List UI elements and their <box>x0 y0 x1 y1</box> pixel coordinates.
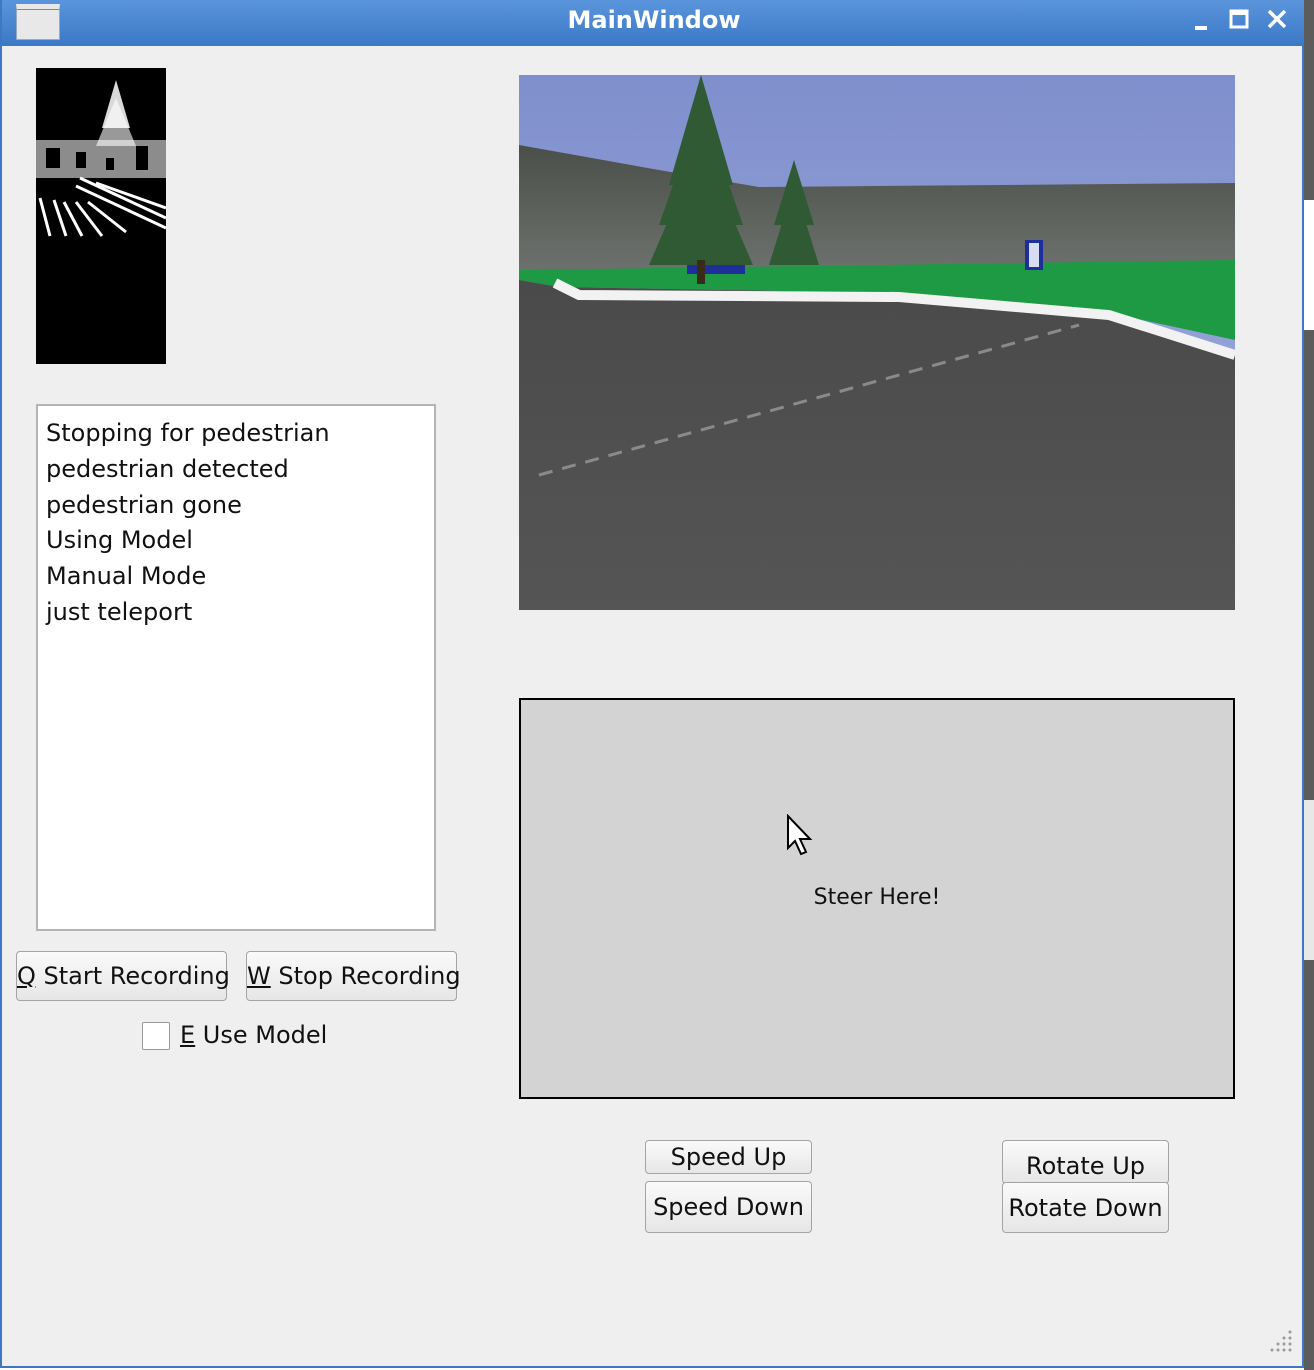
start-recording-button[interactable]: Q Start Recording <box>16 951 230 1001</box>
use-model-label[interactable]: E Use Model <box>180 1021 327 1049</box>
title-bar[interactable]: MainWindow <box>2 0 1306 46</box>
list-item[interactable]: pedestrian detected <box>46 452 426 488</box>
steer-pad[interactable]: Steer Here! <box>519 698 1235 1099</box>
list-item[interactable]: just teleport <box>46 595 426 631</box>
log-list[interactable]: Stopping for pedestrian pedestrian detec… <box>36 404 436 931</box>
rotate-up-button[interactable]: Rotate Up <box>1002 1140 1169 1184</box>
use-model-checkbox[interactable] <box>142 1022 170 1050</box>
minimize-icon[interactable] <box>1186 6 1216 34</box>
rotate-down-button[interactable]: Rotate Down <box>1002 1182 1169 1233</box>
background-window-edge <box>1304 0 1314 1370</box>
list-item[interactable]: Stopping for pedestrian <box>46 416 426 452</box>
main-window: MainWindow Stopping for pedestrian pedes… <box>0 0 1306 1368</box>
camera-view-image <box>519 75 1235 610</box>
checkbox-label: Use Model <box>195 1021 328 1049</box>
mouse-cursor-icon <box>785 813 815 862</box>
line-mask-image <box>36 68 167 364</box>
list-item[interactable]: pedestrian gone <box>46 488 426 524</box>
shortcut-key: Q <box>17 962 36 990</box>
shortcut-key: W <box>247 962 271 990</box>
speed-down-button[interactable]: Speed Down <box>645 1181 812 1233</box>
close-icon[interactable] <box>1262 6 1292 34</box>
shortcut-key: E <box>180 1021 196 1049</box>
button-label: Start Recording <box>35 962 230 990</box>
list-item[interactable]: Using Model <box>46 523 426 559</box>
list-item[interactable]: Manual Mode <box>46 559 426 595</box>
resize-grip-icon[interactable] <box>1268 1326 1294 1352</box>
button-label: Stop Recording <box>270 962 461 990</box>
window-title: MainWindow <box>567 6 741 34</box>
speed-up-button[interactable]: Speed Up <box>645 1140 812 1174</box>
maximize-icon[interactable] <box>1224 6 1254 34</box>
steer-label: Steer Here! <box>813 885 941 910</box>
stop-recording-button[interactable]: W Stop Recording <box>246 951 461 1001</box>
